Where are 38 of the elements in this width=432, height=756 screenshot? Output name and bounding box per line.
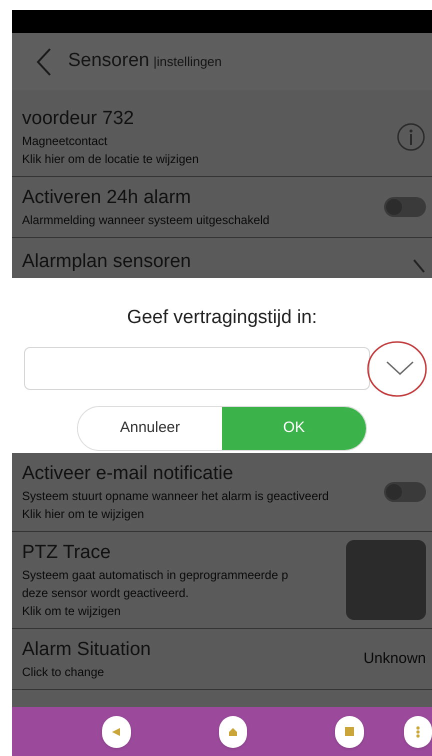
list-item[interactable]: Activeer e-mail notificatie Systeem stuurt opname wanneer het alarm is geactiveerd Klik hier om te wijzigen bbox=[12, 453, 432, 532]
item-title: Alarm Situation bbox=[22, 638, 152, 662]
item-title: Alarmplan sensoren bbox=[22, 250, 192, 274]
back-icon[interactable] bbox=[36, 46, 52, 76]
nav-button[interactable] bbox=[218, 716, 247, 748]
item-description: Klik hier om te wijzigen bbox=[22, 506, 146, 523]
list-item[interactable]: voordeur 732 Magneetcontact Klik hier om de locatie te wijzigen bbox=[12, 98, 432, 177]
item-description: Alarmmelding wanneer systeem uitgeschakeld bbox=[22, 212, 270, 229]
ok-button[interactable]: OK bbox=[222, 406, 366, 450]
list-item[interactable]: Activeren 24h alarm Alarmmelding wanneer systeem uitgeschakeld bbox=[12, 177, 432, 238]
item-description: Magneetcontact bbox=[22, 133, 108, 150]
header-subtitle: |instellingen bbox=[153, 53, 222, 72]
item-title: Activeer e-mail notificatie bbox=[22, 462, 234, 486]
list-item[interactable]: PTZ Trace Systeem gaat automatisch in geprogrammeerde p deze sensor wordt geactiveerd. Klik om te wijzigen bbox=[12, 532, 432, 629]
list-item[interactable]: Alarmplan sensoren bbox=[12, 238, 432, 278]
item-description: Klik hier om de locatie te wijzigen bbox=[22, 151, 200, 168]
dialog-title: Geef vertragingstijd in: bbox=[126, 306, 318, 330]
item-title: voordeur 732 bbox=[22, 107, 135, 131]
back-icon bbox=[111, 726, 122, 736]
toggle-switch[interactable] bbox=[384, 197, 426, 217]
toggle-switch[interactable] bbox=[384, 482, 426, 502]
header-title: Sensoren bbox=[68, 49, 150, 74]
value-text: Unknown bbox=[363, 648, 426, 669]
nav-button[interactable] bbox=[102, 716, 130, 748]
nav-button[interactable] bbox=[404, 716, 432, 748]
home-icon bbox=[228, 726, 238, 736]
item-description: Systeem stuurt opname wanneer het alarm is geactiveerd bbox=[22, 488, 330, 505]
list-item[interactable]: Alarm Situation Click to change Unknown bbox=[12, 629, 432, 690]
input-field[interactable] bbox=[24, 346, 370, 390]
nav-button[interactable] bbox=[335, 716, 364, 748]
item-description: deze sensor wordt geactiveerd. bbox=[22, 585, 190, 602]
item-title: PTZ Trace bbox=[22, 541, 112, 565]
item-description: Click to change bbox=[22, 664, 106, 681]
item-description: Klik om te wijzigen bbox=[22, 603, 122, 620]
square-icon bbox=[344, 727, 354, 736]
more-icon bbox=[416, 726, 420, 738]
item-title: Activeren 24h alarm bbox=[22, 186, 192, 210]
item-description: Systeem gaat automatisch in geprogrammeerde p bbox=[22, 567, 290, 584]
